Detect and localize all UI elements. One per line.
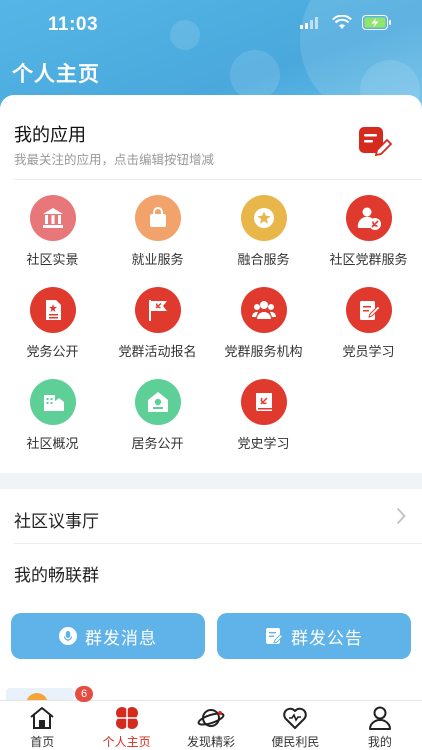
unread-badge: 6 (75, 686, 93, 702)
tab-label: 我的 (367, 735, 392, 749)
house-icon (134, 379, 181, 425)
my-apps-subtitle: 我最关注的应用，点击编辑按钮增减 (14, 153, 215, 167)
chevron-right-icon (396, 507, 406, 525)
tab-label: 个人主页 (102, 735, 151, 749)
heart-icon (283, 707, 308, 729)
app-label: 党群活动报名 (118, 344, 197, 359)
broadcast-message-label: 群发消息 (85, 628, 157, 648)
page-title: 个人主页 (12, 63, 100, 86)
signal-icon (300, 16, 322, 35)
party-doc-icon (29, 287, 76, 333)
app-employment[interactable]: 就业服务 (105, 195, 210, 268)
status-bar: 11:03 (0, 0, 422, 48)
tab-bar: 首页 个人主页 发现精彩 便民利民 我的 (0, 700, 422, 750)
app-label: 社区概况 (26, 436, 79, 451)
bag-icon (134, 195, 181, 241)
community-icon (29, 379, 76, 425)
council-label: 社区议事厅 (14, 512, 99, 531)
app-community-overview[interactable]: 社区概况 (0, 379, 105, 452)
tab-convenience[interactable]: 便民利民 (253, 701, 337, 750)
app-label: 党群服务机构 (224, 344, 303, 359)
app-label: 社区党群服务 (329, 252, 408, 267)
party-person-icon (345, 195, 392, 241)
community-section: 社区议事厅 我的畅联群 (0, 489, 422, 599)
app-party-affairs[interactable]: 党务公开 (0, 287, 105, 360)
edit-icon (359, 127, 393, 157)
app-label: 党史学习 (237, 436, 290, 451)
divider (14, 179, 422, 180)
app-label: 居务公开 (131, 436, 184, 451)
status-time: 11:03 (48, 14, 99, 35)
star-icon (240, 195, 287, 241)
tab-home[interactable]: 首页 (0, 701, 84, 750)
planet-icon (197, 709, 225, 727)
edit-apps-button[interactable] (358, 125, 393, 159)
my-groups-label: 我的畅联群 (14, 566, 99, 585)
tab-label: 发现精彩 (187, 735, 236, 749)
tab-mine[interactable]: 我的 (338, 701, 422, 750)
app-party-member-study[interactable]: 党员学习 (316, 287, 421, 360)
app-label: 社区实景 (26, 252, 79, 267)
app-label: 就业服务 (131, 252, 184, 267)
tab-discover[interactable]: 发现精彩 (169, 701, 253, 750)
personal-icon (115, 707, 138, 729)
council-row[interactable]: 社区议事厅 (0, 489, 422, 543)
my-groups-row[interactable]: 我的畅联群 (0, 544, 422, 599)
party-flag-icon (134, 287, 181, 333)
app-residence-affairs[interactable]: 居务公开 (105, 379, 210, 452)
battery-icon (362, 15, 392, 35)
app-party-activity-signup[interactable]: 党群活动报名 (105, 287, 210, 360)
notice-edit-icon (266, 628, 283, 644)
building-icon (29, 195, 76, 241)
app-party-history[interactable]: 党史学习 (211, 379, 316, 452)
wifi-icon (332, 14, 352, 35)
broadcast-notice-button[interactable]: 群发公告 (217, 613, 411, 659)
app-community-scene[interactable]: 社区实景 (0, 195, 105, 268)
broadcast-notice-label: 群发公告 (291, 628, 363, 648)
user-icon (368, 706, 391, 730)
microphone-icon (59, 627, 77, 645)
app-label: 党员学习 (342, 344, 395, 359)
home-icon (30, 707, 54, 729)
app-integration[interactable]: 融合服务 (211, 195, 316, 268)
app-party-service-org[interactable]: 党群服务机构 (211, 287, 316, 360)
app-label: 党务公开 (26, 344, 79, 359)
broadcast-message-button[interactable]: 群发消息 (11, 613, 205, 659)
tab-personal[interactable]: 个人主页 (84, 701, 168, 750)
my-apps-card: 我的应用 我最关注的应用，点击编辑按钮增减 社区实景 就业服务 融合服务 社区党… (0, 95, 422, 473)
status-icons (300, 14, 392, 35)
my-apps-title: 我的应用 (14, 125, 86, 145)
app-label: 融合服务 (237, 252, 290, 267)
group-icon (240, 287, 287, 333)
party-book-icon (240, 379, 287, 425)
tab-label: 便民利民 (271, 735, 320, 749)
app-party-service[interactable]: 社区党群服务 (316, 195, 421, 268)
tab-label: 首页 (30, 735, 55, 749)
study-icon (345, 287, 392, 333)
